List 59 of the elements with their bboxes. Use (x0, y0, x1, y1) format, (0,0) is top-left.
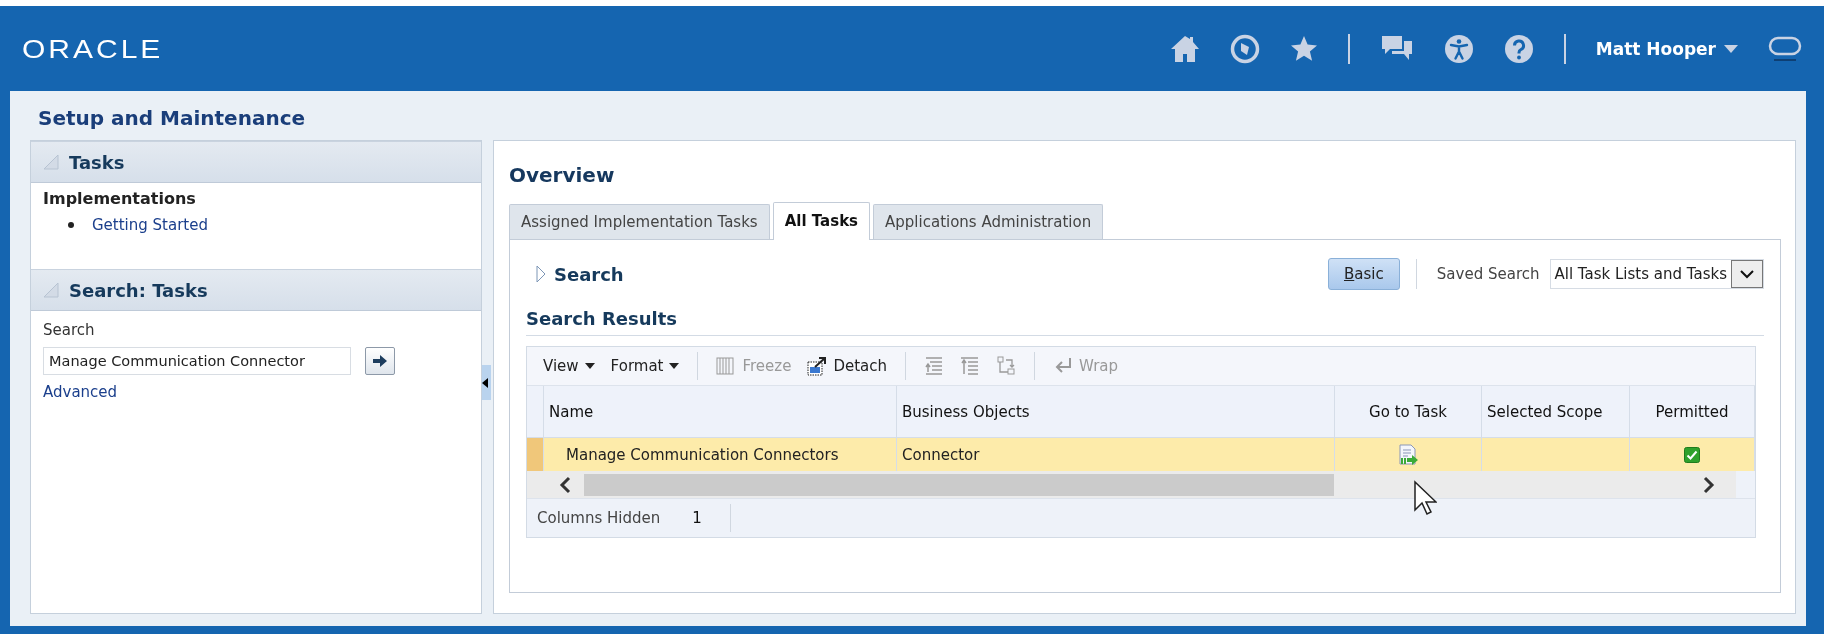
help-icon[interactable] (1503, 33, 1534, 64)
accessibility-icon[interactable] (1443, 33, 1474, 64)
scroll-right-icon[interactable] (1702, 475, 1716, 494)
column-header[interactable]: Go to Task (1335, 386, 1482, 438)
tab[interactable]: Applications Administration (873, 204, 1104, 239)
basic-button[interactable]: Basic (1327, 258, 1400, 290)
detach-icon (807, 356, 828, 376)
column-header[interactable]: Name (544, 386, 897, 438)
status-label: Columns Hidden (536, 509, 661, 527)
menu-button[interactable]: Format (606, 355, 684, 377)
lines-icon (924, 356, 944, 376)
menu-button[interactable]: View (539, 355, 599, 377)
page-title: Setup and Maintenance (38, 106, 307, 130)
section-title: Search Results (526, 308, 1764, 336)
section-title: Overview (509, 163, 616, 187)
search-field[interactable]: Manage Communication Connector (43, 347, 351, 375)
caret-icon (1724, 44, 1738, 53)
tab[interactable]: Assigned Implementation Tasks (509, 204, 770, 239)
table-cell: Connector (897, 438, 1335, 471)
caret-icon (669, 363, 680, 369)
column-header[interactable]: Selected Scope (1482, 386, 1630, 438)
table-row[interactable]: Manage Communication Connectors Connector (527, 438, 1755, 471)
go-to-task-icon[interactable] (1397, 443, 1419, 466)
collapse-handle[interactable] (482, 365, 491, 400)
arrow-icon (373, 355, 387, 367)
scroll-left-icon[interactable] (558, 475, 572, 494)
panel-header[interactable]: Tasks (31, 141, 482, 183)
panel-title: Tasks (69, 151, 125, 173)
dropdown-icon (1740, 269, 1754, 279)
field-label: Search (43, 321, 96, 339)
field-label: Saved Search (1436, 265, 1540, 283)
columns-icon (716, 356, 737, 376)
caret-icon (584, 363, 595, 369)
tab[interactable]: All Tasks (772, 202, 871, 240)
star-icon[interactable] (1289, 34, 1318, 63)
saved-search-select[interactable]: All Task Lists and Tasks (1549, 259, 1764, 289)
go-button[interactable] (365, 347, 395, 375)
cursor-icon (1413, 480, 1437, 516)
status-value: 1 (660, 504, 731, 532)
toolbar-button[interactable]: Detach (803, 354, 891, 378)
user-menu[interactable]: Matt Hooper (1595, 38, 1738, 59)
column-header[interactable]: Business Objects (897, 386, 1335, 438)
panel-title: Search: Tasks (69, 279, 208, 301)
task-link[interactable]: Getting Started (92, 216, 208, 234)
search-title: Search (554, 263, 624, 285)
table-cell: Manage Communication Connectors (544, 438, 897, 471)
collapsed-icon[interactable] (536, 265, 546, 283)
logo: ORACLE (22, 34, 164, 63)
column-header[interactable]: Permitted (1630, 386, 1755, 438)
section-title: Implementations (43, 189, 197, 208)
home-icon[interactable] (1169, 34, 1200, 63)
compass-icon[interactable] (1229, 33, 1260, 64)
tree-icon (996, 356, 1016, 376)
lines-icon (960, 356, 980, 376)
bullet-icon (68, 222, 74, 228)
panel-header[interactable]: Search: Tasks (31, 269, 482, 311)
advanced-link[interactable]: Advanced (43, 383, 118, 401)
search-toggle[interactable]: Search (526, 263, 624, 285)
scrollbar-thumb[interactable] (584, 473, 1334, 496)
